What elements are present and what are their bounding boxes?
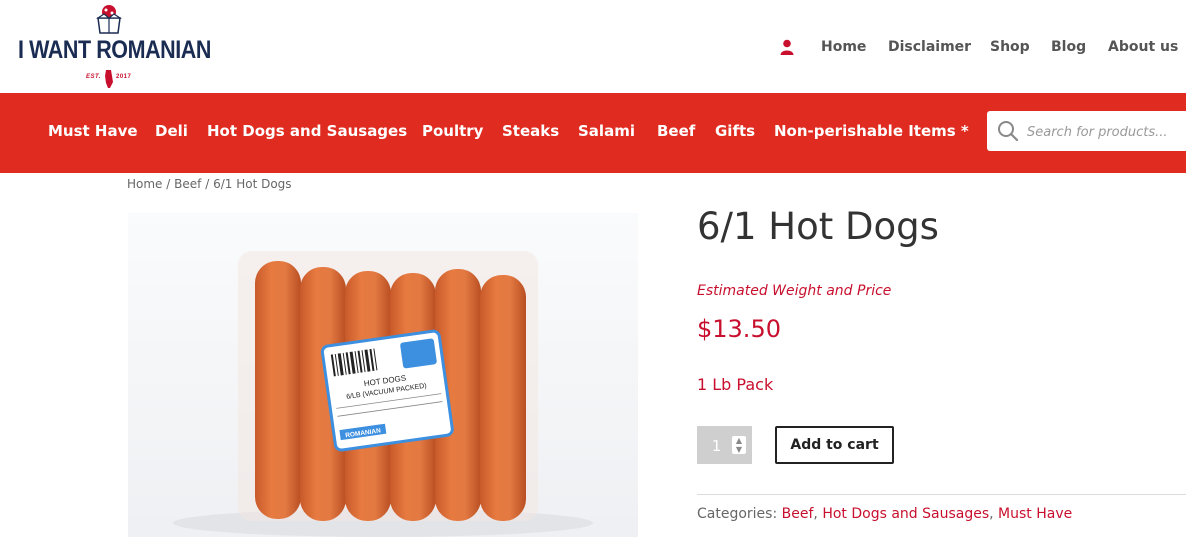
search-input[interactable] <box>1025 120 1186 144</box>
catnav-must-have[interactable]: Must Have <box>48 122 138 140</box>
breadcrumb: Home / Beef / 6/1 Hot Dogs <box>127 177 292 191</box>
catnav-hot-dogs-and-sausages[interactable]: Hot Dogs and Sausages <box>207 122 407 140</box>
breadcrumb-beef[interactable]: Beef <box>174 177 201 191</box>
add-to-cart-button[interactable]: Add to cart <box>775 426 894 464</box>
catnav-deli[interactable]: Deli <box>155 122 188 140</box>
topnav-shop[interactable]: Shop <box>990 39 1030 55</box>
catnav-steaks[interactable]: Steaks <box>502 122 559 140</box>
topnav-about-us[interactable]: About us <box>1108 39 1178 55</box>
quantity-stepper: ▲ ▼ <box>697 426 752 466</box>
logo-est: EST. <box>86 74 101 80</box>
estimated-weight-note: Estimated Weight and Price <box>697 283 892 299</box>
category-link-hot-dogs-and-sausages[interactable]: Hot Dogs and Sausages <box>822 506 989 522</box>
topnav-home[interactable]: Home <box>821 39 866 55</box>
site-header: I WANT ROMANIAN EST. 2017 Home Disclaime… <box>0 0 1186 93</box>
product-price: $13.50 <box>697 315 781 343</box>
pack-size: 1 Lb Pack <box>697 375 774 394</box>
hot-dogs-package-image: HOT DOGS 6/LB (VACUUM PACKED) ROMANIAN <box>128 213 638 537</box>
chevron-down-icon[interactable]: ▼ <box>736 445 742 454</box>
breadcrumb-current: 6/1 Hot Dogs <box>213 177 292 191</box>
product-title: 6/1 Hot Dogs <box>697 205 939 248</box>
logo-year: 2017 <box>116 74 132 80</box>
user-account-icon[interactable] <box>780 39 794 55</box>
quantity-input[interactable] <box>697 426 736 466</box>
product-image[interactable]: HOT DOGS 6/LB (VACUUM PACKED) ROMANIAN <box>128 213 638 537</box>
search-icon[interactable] <box>997 120 1019 142</box>
catnav-poultry[interactable]: Poultry <box>422 122 483 140</box>
topnav-disclaimer[interactable]: Disclaimer <box>888 39 971 55</box>
divider <box>697 494 1186 495</box>
catnav-gifts[interactable]: Gifts <box>715 122 755 140</box>
category-link-must-have[interactable]: Must Have <box>998 506 1072 522</box>
chevron-up-icon[interactable]: ▲ <box>736 436 742 445</box>
catnav-salami[interactable]: Salami <box>578 122 635 140</box>
breadcrumb-home[interactable]: Home <box>127 177 162 191</box>
logo-wordmark: I WANT ROMANIAN <box>18 36 212 64</box>
category-link-beef[interactable]: Beef <box>782 506 814 522</box>
quantity-stepper-arrows[interactable]: ▲ ▼ <box>732 436 746 454</box>
categories-label: Categories: <box>697 506 778 522</box>
product-categories: Categories: Beef, Hot Dogs and Sausages,… <box>697 506 1073 522</box>
product-search <box>987 111 1186 151</box>
breadcrumb-separator: / <box>166 177 171 191</box>
category-navigation-bar: Must Have Deli Hot Dogs and Sausages Pou… <box>0 93 1186 173</box>
catnav-non-perishable-items[interactable]: Non-perishable Items * <box>774 122 969 140</box>
gift-box-emblem-icon <box>96 5 122 34</box>
site-logo[interactable]: I WANT ROMANIAN EST. 2017 <box>18 4 211 90</box>
topnav-blog[interactable]: Blog <box>1051 39 1086 55</box>
breadcrumb-separator: / <box>205 177 210 191</box>
catnav-beef[interactable]: Beef <box>657 122 695 140</box>
state-silhouette-icon <box>105 70 113 88</box>
